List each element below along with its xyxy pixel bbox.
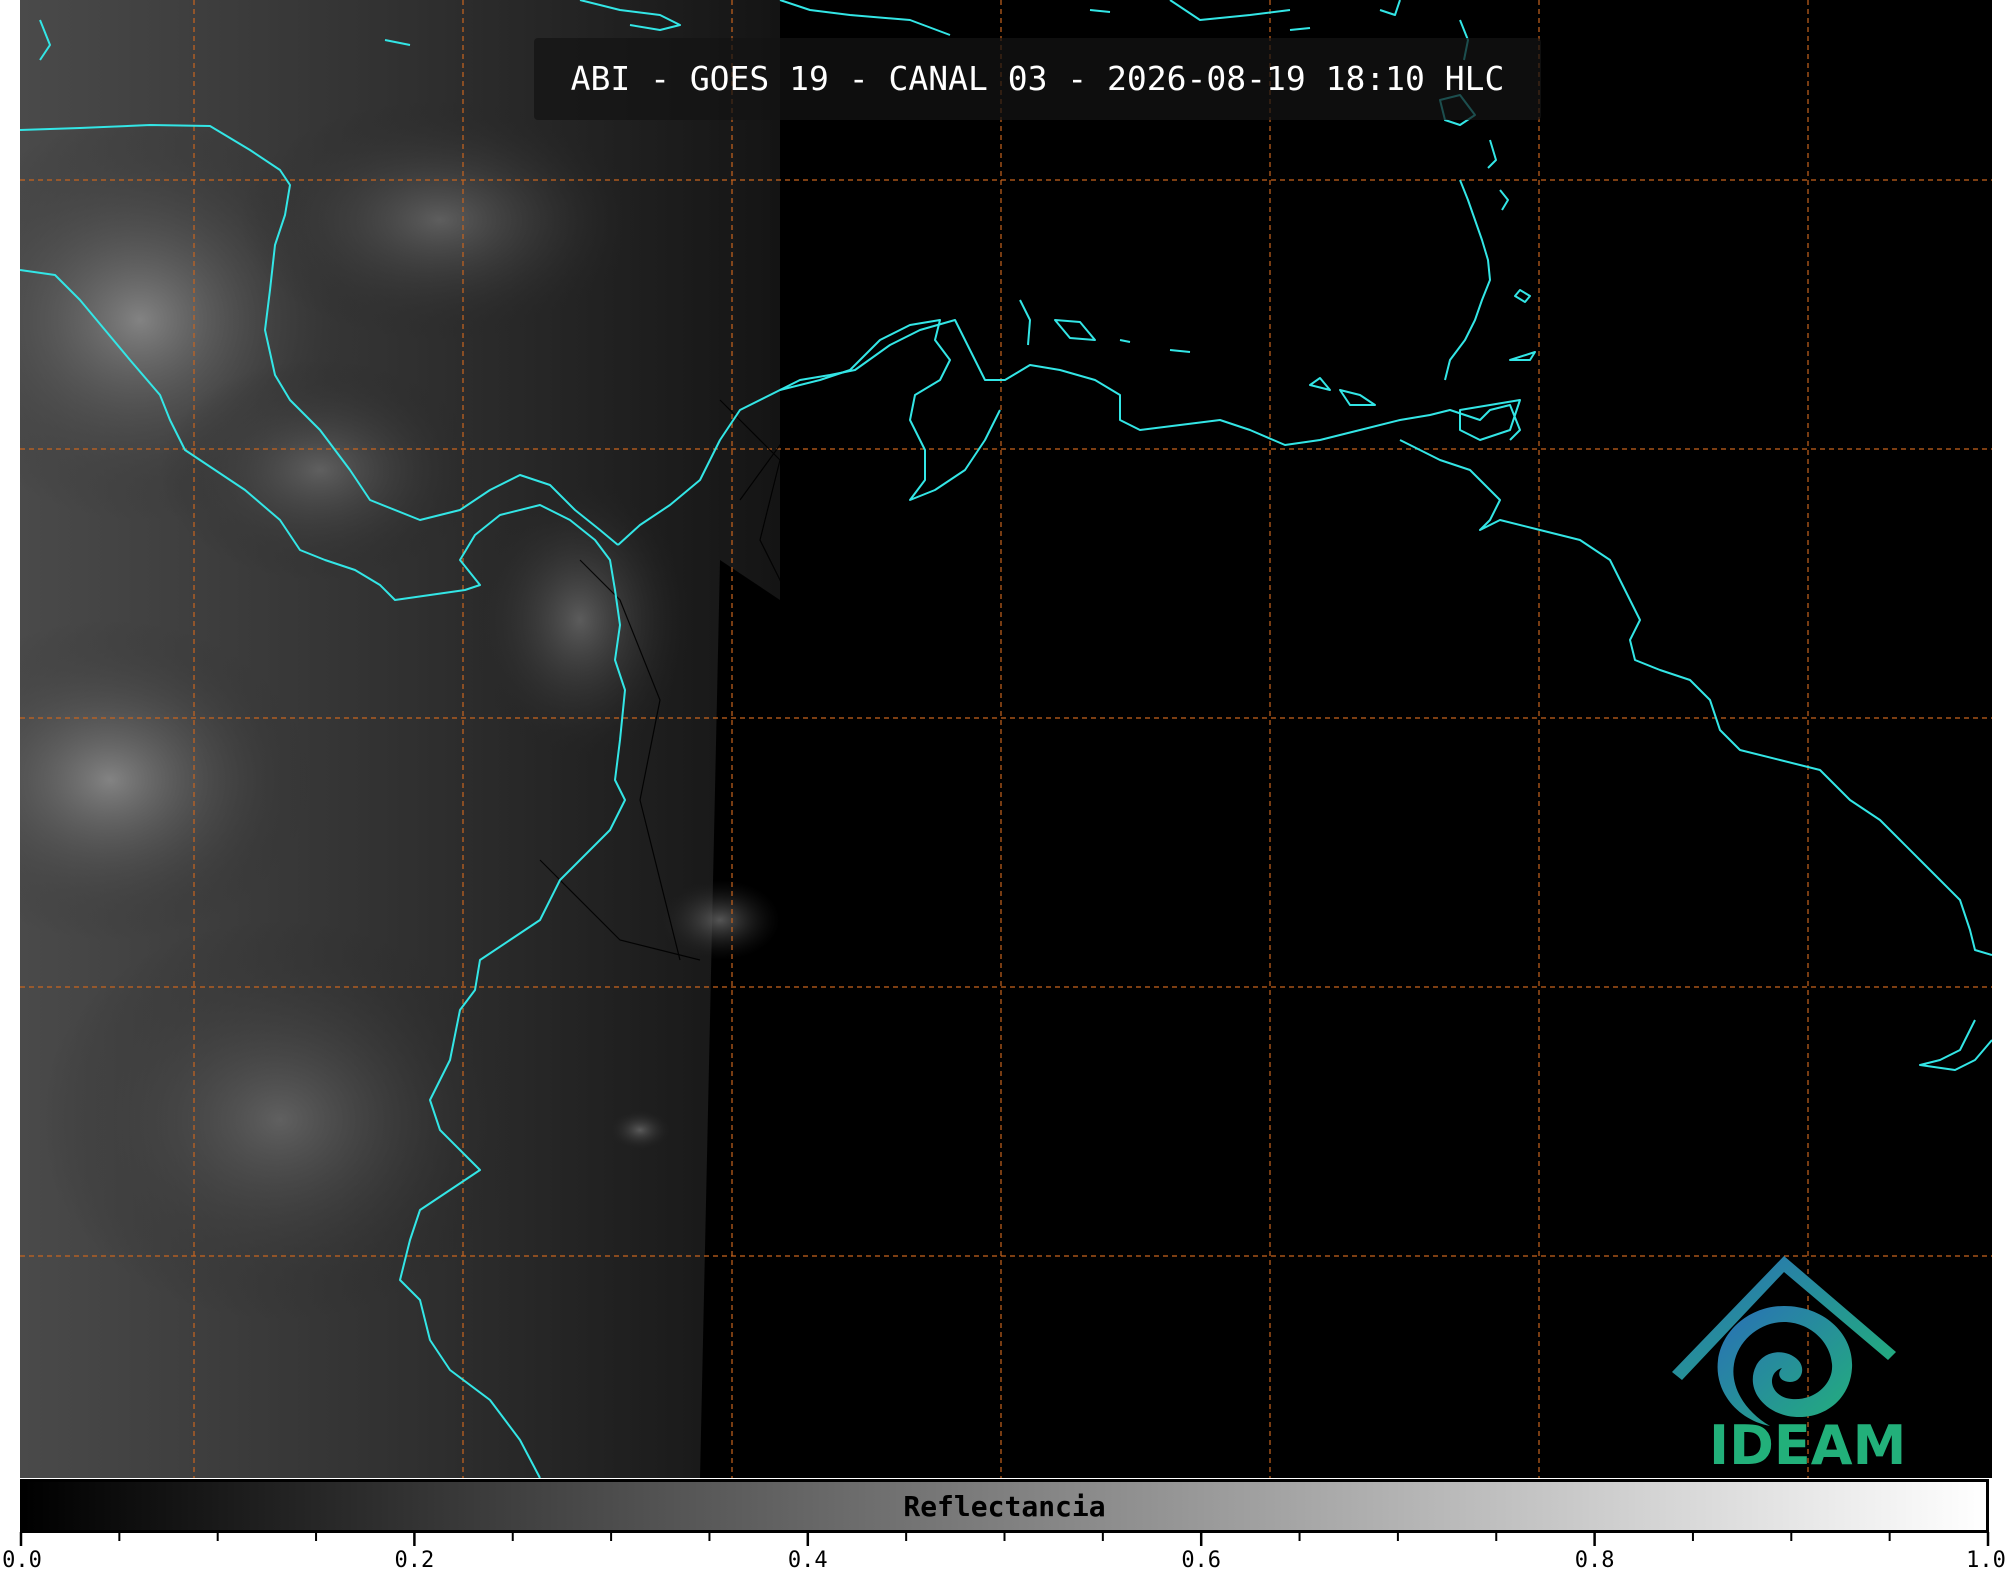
tick-label-4: 0.8 <box>1574 1548 1615 1573</box>
map-title: ABI - GOES 19 - CANAL 03 - 2026-08-19 18… <box>570 59 1505 98</box>
tick-label-3: 0.6 <box>1181 1548 1222 1573</box>
title-panel: ABI - GOES 19 - CANAL 03 - 2026-08-19 18… <box>534 38 1541 120</box>
tick-label-1: 0.2 <box>394 1548 435 1573</box>
tick-label-2: 0.4 <box>787 1548 828 1573</box>
tick-label-0: 0.0 <box>2 1548 42 1573</box>
colorbar-label: Reflectancia <box>903 1490 1106 1523</box>
satellite-map[interactable]: ABI - GOES 19 - CANAL 03 - 2026-08-19 18… <box>20 0 1992 1478</box>
colorbar: Reflectancia <box>20 1479 1989 1533</box>
tick-label-5: 1.0 <box>1966 1548 2006 1573</box>
ideam-logo-text: IDEAM <box>1709 1414 1907 1477</box>
